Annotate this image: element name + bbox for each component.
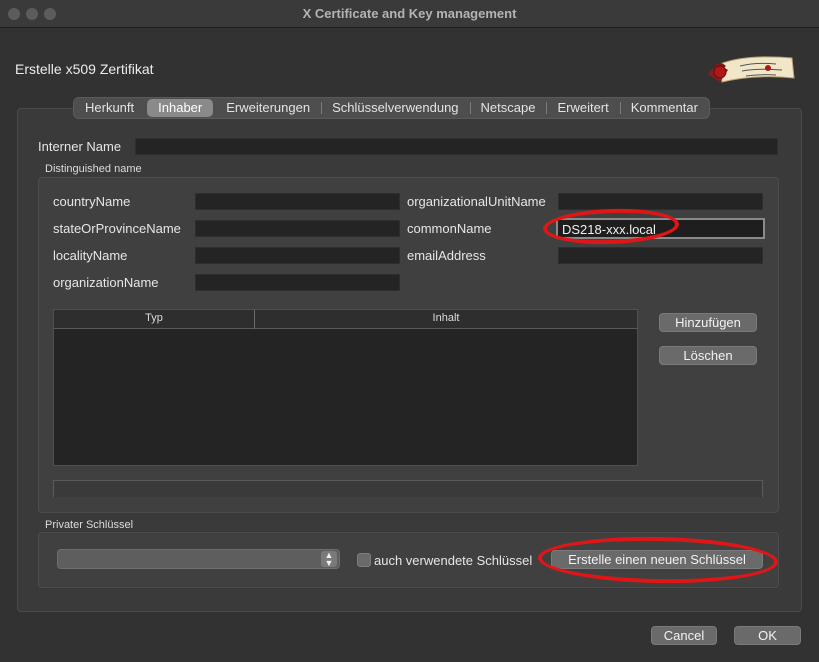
country-name-label: countryName <box>53 194 131 209</box>
delete-entry-button[interactable]: Löschen <box>659 346 757 365</box>
add-entry-button[interactable]: Hinzufügen <box>659 313 757 332</box>
tab-inhaber[interactable]: Inhaber <box>147 99 214 117</box>
tab-erweiterungen[interactable]: Erweiterungen <box>215 98 321 118</box>
internal-name-field[interactable] <box>135 138 778 155</box>
common-name-label: commonName <box>407 221 492 236</box>
create-new-key-button[interactable]: Erstelle einen neuen Schlüssel <box>551 550 763 569</box>
certificate-scroll-logo <box>708 56 795 83</box>
organization-name-label: organizationName <box>53 275 159 290</box>
common-name-field[interactable]: DS218-xxx.local <box>556 218 765 239</box>
window-title: X Certificate and Key management <box>302 6 517 21</box>
horizontal-scrollbar[interactable] <box>53 480 763 497</box>
tab-bar: Herkunft Inhaber Erweiterungen Schlüssel… <box>73 97 710 119</box>
column-header-inhalt[interactable]: Inhalt <box>255 312 637 324</box>
dialog-heading: Erstelle x509 Zertifikat <box>15 61 154 77</box>
state-name-field[interactable] <box>195 220 400 237</box>
state-name-label: stateOrProvinceName <box>53 221 181 236</box>
dn-entries-table[interactable]: Typ Inhalt <box>53 309 638 466</box>
tab-herkunft[interactable]: Herkunft <box>74 98 145 118</box>
locality-name-label: localityName <box>53 248 128 263</box>
show-used-keys-label: auch verwendete Schlüssel <box>374 553 533 568</box>
private-key-group-label: Privater Schlüssel <box>45 519 134 531</box>
table-header: Typ Inhalt <box>54 310 637 329</box>
updown-chevron-icon: ▲ ▼ <box>321 551 337 568</box>
tab-netscape[interactable]: Netscape <box>469 98 547 118</box>
distinguished-name-group-label: Distinguished name <box>45 163 142 175</box>
organization-name-field[interactable] <box>195 274 400 291</box>
ok-button[interactable]: OK <box>734 626 801 645</box>
org-unit-name-field[interactable] <box>558 193 763 210</box>
tab-schluesselverwendung[interactable]: Schlüsselverwendung <box>321 98 469 118</box>
locality-name-field[interactable] <box>195 247 400 264</box>
show-used-keys-checkbox[interactable] <box>357 553 371 567</box>
tab-kommentar[interactable]: Kommentar <box>619 98 709 118</box>
private-key-select[interactable]: ▲ ▼ <box>57 549 340 569</box>
cancel-button[interactable]: Cancel <box>651 626 717 645</box>
internal-name-label: Interner Name <box>38 139 122 154</box>
org-unit-name-label: organizationalUnitName <box>407 194 546 209</box>
title-bar: X Certificate and Key management <box>0 0 819 28</box>
email-address-field[interactable] <box>558 247 763 264</box>
email-address-label: emailAddress <box>407 248 486 263</box>
column-header-typ[interactable]: Typ <box>54 312 254 324</box>
country-name-field[interactable] <box>195 193 400 210</box>
tab-erweitert[interactable]: Erweitert <box>546 98 619 118</box>
